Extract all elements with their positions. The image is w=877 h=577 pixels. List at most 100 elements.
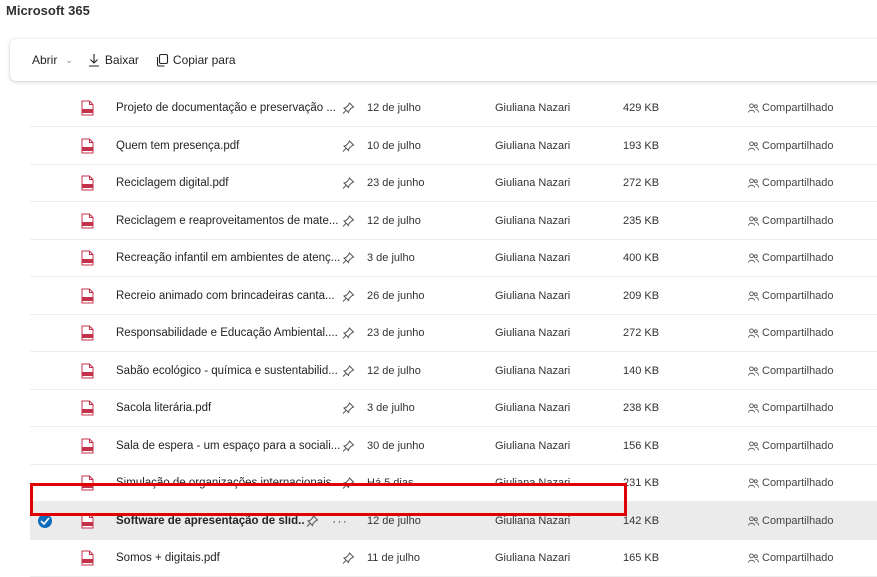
people-icon [748,177,759,188]
file-name-link[interactable]: Recreação infantil em ambientes de atenç… [116,252,341,264]
people-icon [748,140,759,151]
file-name-link[interactable]: Sacola literária.pdf [116,402,341,414]
more-options-icon[interactable]: ··· [332,513,348,528]
copy-icon [156,53,168,67]
file-name-link[interactable]: Somos + digitais.pdf [116,552,341,564]
sharing-status: Compartilhado [748,402,834,414]
pdf-file-icon [81,138,94,154]
pdf-file-icon [81,550,94,566]
file-owner: Giuliana Nazari [495,364,571,377]
file-name-link[interactable]: Reciclagem e reaproveitamentos de mate..… [116,215,341,227]
pin-icon[interactable] [342,251,355,264]
pin-icon[interactable] [342,364,355,377]
file-name-link[interactable]: Projeto de documentação e preservação ..… [116,102,341,114]
file-size: 272 KB [623,176,660,189]
sharing-status: Compartilhado [748,327,834,339]
sharing-label: Compartilhado [762,439,834,452]
file-row[interactable]: Quem tem presença.pdf···10 de julhoGiuli… [30,127,877,165]
file-row[interactable]: Software de apresentação de slid... ··· 12… [30,502,877,540]
pdf-file-icon [81,325,94,341]
file-row[interactable]: Sabão ecológico - química e sustentabili… [30,352,877,390]
sharing-label: Compartilhado [762,251,834,264]
pin-icon[interactable] [342,139,355,152]
sharing-status: Compartilhado [748,365,834,377]
download-icon [88,54,99,67]
selected-check-icon[interactable] [38,513,52,528]
sharing-label: Compartilhado [762,139,834,152]
pdf-file-icon [81,400,94,416]
people-icon [748,252,759,263]
file-size: 140 KB [623,364,660,377]
download-label: Baixar [104,53,139,67]
pdf-file-icon [81,438,94,454]
file-owner: Giuliana Nazari [495,401,571,414]
pin-icon[interactable] [342,476,355,489]
pin-icon[interactable] [342,176,355,189]
file-name-link[interactable]: Software de apresentação de slid... [116,515,304,527]
pin-icon[interactable] [342,214,355,227]
file-name-link[interactable]: Reciclagem digital.pdf [116,177,341,189]
file-size: 429 KB [623,101,660,114]
pin-icon[interactable] [342,101,355,114]
file-row[interactable]: Sala de espera - um espaço para a social… [30,427,877,465]
file-row[interactable]: Reciclagem digital.pdf···23 de junhoGiul… [30,164,877,202]
pin-icon[interactable] [342,439,355,452]
file-row[interactable]: Sacola literária.pdf···3 de julhoGiulian… [30,389,877,427]
file-modified-date: 12 de julho [367,101,421,114]
pdf-file-icon [81,513,94,529]
file-size: 142 KB [623,514,660,527]
file-owner: Giuliana Nazari [495,214,571,227]
file-size: 231 KB [623,476,660,489]
command-bar: Abrir ⌄ Baixar Copiar para [10,39,877,81]
people-icon [748,515,759,526]
file-row[interactable]: Projeto de documentação e preservação ..… [30,89,877,127]
download-button[interactable]: Baixar [87,53,139,67]
sharing-label: Compartilhado [762,401,834,414]
file-row[interactable]: Reciclagem e reaproveitamentos de mate..… [30,202,877,240]
people-icon [748,365,759,376]
file-size: 193 KB [623,139,660,152]
file-row[interactable]: Recreio animado com brincadeiras canta..… [30,277,877,315]
file-row[interactable]: Responsabilidade e Educação Ambiental...… [30,314,877,352]
file-name-link[interactable]: Sala de espera - um espaço para a social… [116,440,341,452]
file-modified-date: 23 de junho [367,326,425,339]
file-name-link[interactable]: Simulação de organizações internacionais… [116,477,341,489]
pin-icon[interactable] [342,289,355,302]
chevron-down-icon: ⌄ [65,54,73,65]
copy-to-button[interactable]: Copiar para [155,53,236,67]
pdf-file-icon [81,475,94,491]
pin-icon[interactable] [306,514,319,527]
file-owner: Giuliana Nazari [495,326,571,339]
pdf-file-icon [81,288,94,304]
sharing-status: Compartilhado [748,177,834,189]
sharing-status: Compartilhado [748,440,834,452]
sharing-label: Compartilhado [762,551,834,564]
file-row[interactable]: Simulação de organizações internacionais… [30,464,877,502]
sharing-label: Compartilhado [762,214,834,227]
pin-icon[interactable] [342,551,355,564]
file-name-link[interactable]: Sabão ecológico - química e sustentabili… [116,365,341,377]
file-row[interactable]: Somos + digitais.pdf···11 de julhoGiulia… [30,539,877,577]
file-name-link[interactable]: Quem tem presença.pdf [116,140,341,152]
sharing-label: Compartilhado [762,326,834,339]
file-name-link[interactable]: Responsabilidade e Educação Ambiental...… [116,327,341,339]
file-name-link[interactable]: Recreio animado com brincadeiras canta..… [116,290,341,302]
file-size: 235 KB [623,214,660,227]
file-row[interactable]: Recreação infantil em ambientes de atenç… [30,239,877,277]
people-icon [748,327,759,338]
pdf-file-icon [81,175,94,191]
sharing-status: Compartilhado [748,215,834,227]
pdf-file-icon [81,100,94,116]
people-icon [748,440,759,451]
file-modified-date: 26 de junho [367,289,425,302]
people-icon [748,102,759,113]
file-size: 165 KB [623,551,660,564]
people-icon [748,402,759,413]
sharing-label: Compartilhado [762,289,834,302]
pin-icon[interactable] [342,326,355,339]
file-owner: Giuliana Nazari [495,439,571,452]
open-button[interactable]: Abrir ⌄ [32,53,73,67]
pin-icon[interactable] [342,401,355,414]
file-modified-date: 30 de junho [367,439,425,452]
file-modified-date: 12 de julho [367,214,421,227]
